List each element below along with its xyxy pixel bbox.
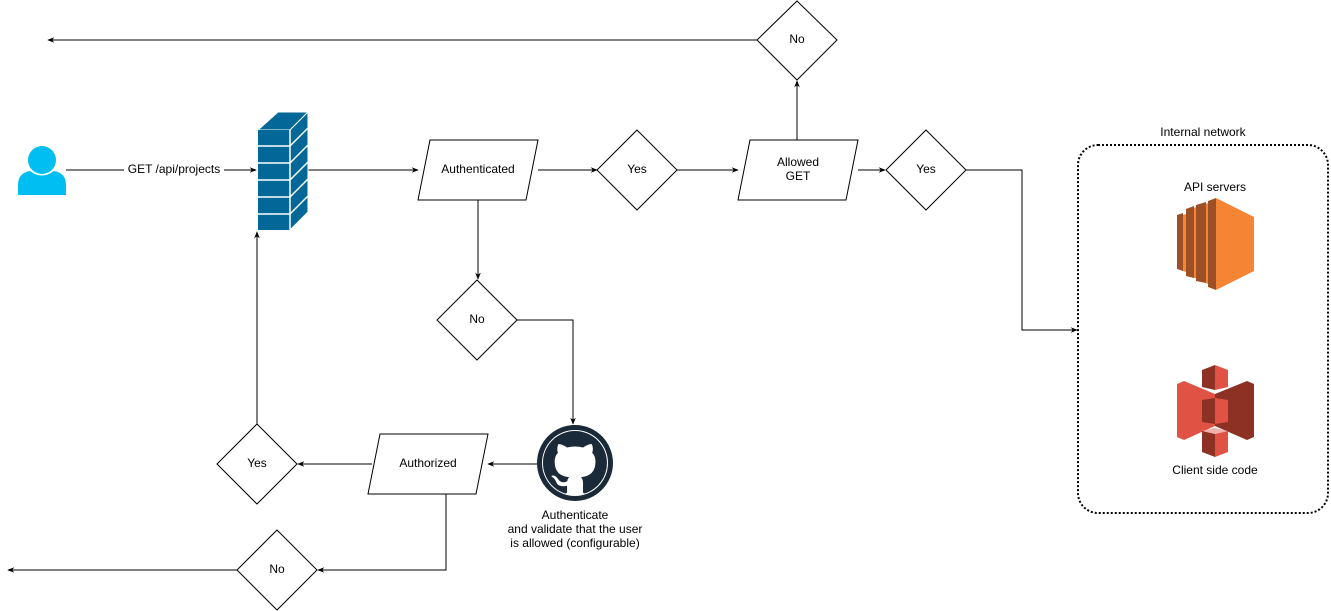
client-code-label: Client side code: [1172, 463, 1258, 477]
authenticated-decision[interactable]: Authenticated: [417, 139, 539, 201]
internal-network-group: Internal network API servers Client side…: [1077, 125, 1329, 514]
aws-s3-icon: [1177, 365, 1254, 457]
allowed-label-line1: Allowed: [777, 155, 819, 169]
authorized-decision[interactable]: Authorized: [367, 433, 489, 495]
yes-label: Yes: [627, 162, 647, 176]
github-caption-line3: is allowed (configurable): [510, 536, 639, 550]
aws-ec2-icon: [1177, 198, 1254, 290]
no-label: No: [269, 562, 285, 576]
internal-network-title: Internal network: [1160, 125, 1246, 139]
allowed-get-decision[interactable]: Allowed GET: [737, 139, 859, 201]
github-caption-line2: and validate that the user: [508, 522, 643, 536]
yes-label: Yes: [916, 162, 936, 176]
no-label: No: [789, 32, 805, 46]
yes-label: Yes: [247, 456, 267, 470]
authenticated-label: Authenticated: [441, 162, 514, 176]
request-label: GET /api/projects: [128, 162, 220, 176]
firewall-icon: [256, 110, 310, 232]
edges: [7, 37, 1078, 573]
github-icon: [537, 425, 613, 501]
user-icon: [18, 146, 66, 195]
allowed-label-line2: GET: [786, 169, 811, 183]
flow-diagram: GET /api/projects Authenticated Yes Allo…: [7, 0, 1329, 611]
allowed-yes-diamond[interactable]: Yes: [885, 129, 967, 211]
edge-no-github: [517, 319, 576, 425]
api-servers-label: API servers: [1184, 180, 1246, 194]
authorized-no-diamond[interactable]: No: [236, 529, 318, 611]
authenticated-yes-diamond[interactable]: Yes: [596, 129, 678, 211]
allowed-no-diamond[interactable]: No: [756, 0, 838, 81]
authorized-yes-diamond[interactable]: Yes: [216, 423, 298, 505]
github-caption-line1: Authenticate: [542, 508, 609, 522]
authorized-label: Authorized: [399, 456, 456, 470]
no-label: No: [469, 312, 485, 326]
edge-authorized-no: [317, 494, 447, 573]
authenticated-no-diamond[interactable]: No: [436, 279, 518, 361]
edge-yes-internal: [966, 169, 1078, 333]
